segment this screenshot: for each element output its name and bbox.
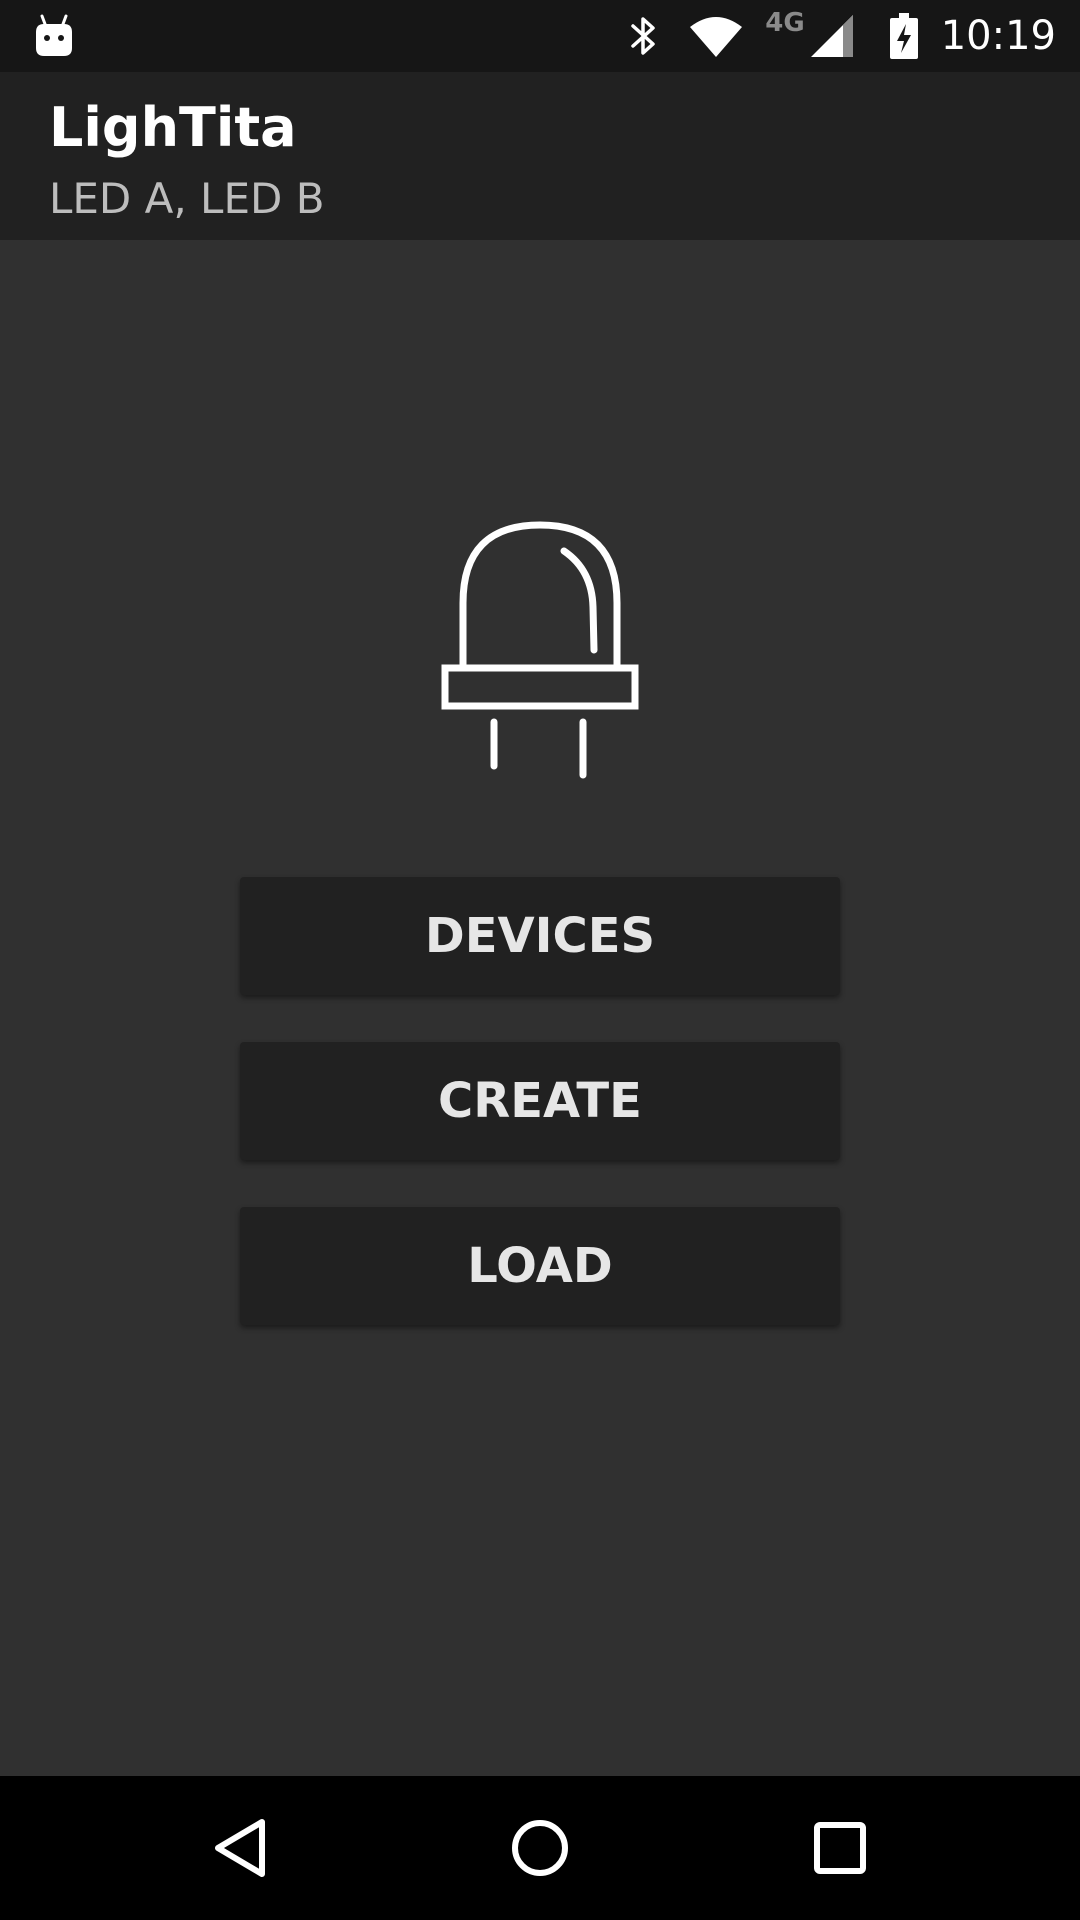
- led-icon: [430, 515, 650, 785]
- recents-icon: [814, 1822, 866, 1874]
- app-subtitle: LED A, LED B: [49, 174, 325, 223]
- load-button[interactable]: LOAD: [240, 1207, 840, 1325]
- home-icon: [512, 1820, 568, 1876]
- app-title: LighTita: [49, 96, 297, 159]
- status-icons: 4G 10:19: [629, 0, 1080, 72]
- cell-signal-icon: [809, 13, 855, 59]
- battery-charging-icon: [889, 12, 919, 60]
- create-button[interactable]: CREATE: [240, 1042, 840, 1160]
- bluetooth-icon: [629, 13, 659, 59]
- status-time: 10:19: [940, 13, 1056, 59]
- status-bar: 4G 10:19: [0, 0, 1080, 72]
- back-button[interactable]: [150, 1776, 330, 1920]
- wifi-icon: [689, 15, 743, 57]
- navigation-bar: [0, 1776, 1080, 1920]
- screen: 4G 10:19 LighTita LED A, LED B DEVICES C…: [0, 0, 1080, 1920]
- home-button[interactable]: [450, 1776, 630, 1920]
- android-notification-icon: [34, 12, 74, 60]
- app-bar: LighTita LED A, LED B: [0, 72, 1080, 240]
- back-icon: [215, 1819, 265, 1877]
- devices-button[interactable]: DEVICES: [240, 877, 840, 995]
- network-type-label: 4G: [765, 8, 805, 38]
- recents-button[interactable]: [750, 1776, 930, 1920]
